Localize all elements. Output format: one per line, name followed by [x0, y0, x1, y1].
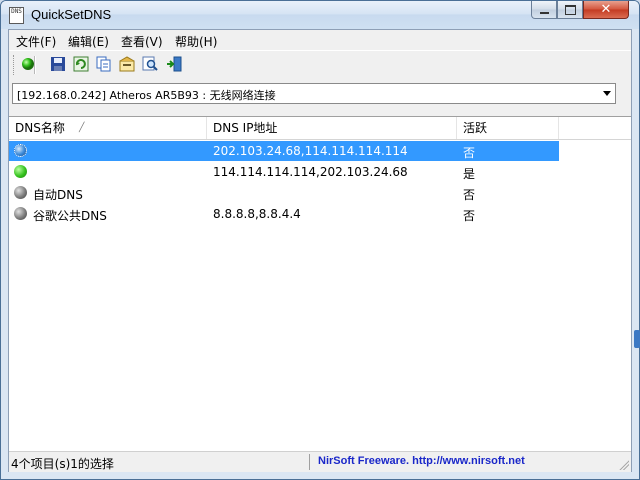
find-icon — [142, 56, 158, 71]
table-row[interactable]: 谷歌公共DNS 8.8.8.8,8.8.4.4 否 — [9, 204, 559, 224]
window-title: QuickSetDNS — [31, 7, 112, 22]
menu-file[interactable]: 文件(F) — [16, 33, 56, 50]
status-dot-icon — [14, 186, 27, 199]
client-area: 文件(F) 编辑(E) 查看(V) 帮助(H) [192.168.0.242] … — [8, 29, 632, 472]
column-header-name-label: DNS名称 — [15, 121, 65, 135]
column-header-ip-label: DNS IP地址 — [213, 121, 278, 135]
refresh-icon — [73, 56, 89, 72]
row-name: 自动DNS — [33, 188, 83, 202]
column-header-name[interactable]: DNS名称 ╱ — [9, 117, 207, 139]
row-active: 是 — [463, 167, 476, 181]
exit-button[interactable] — [166, 56, 182, 72]
row-active: 否 — [463, 209, 476, 223]
toolbar — [9, 50, 631, 79]
maximize-button[interactable] — [557, 1, 583, 19]
chevron-down-icon[interactable] — [603, 91, 611, 96]
properties-button[interactable] — [119, 56, 135, 72]
column-header-active-label: 活跃 — [463, 121, 488, 135]
close-button[interactable]: ✕ — [583, 1, 629, 19]
row-ip: 8.8.8.8,8.8.4.4 — [213, 207, 301, 221]
row-ip: 202.103.24.68,114.114.114.114 — [213, 144, 408, 158]
activate-icon — [22, 58, 34, 70]
status-selection-count: 4个项目(s)1的选择 — [11, 457, 114, 471]
save-button[interactable] — [50, 56, 66, 72]
nirsoft-link[interactable]: NirSoft Freeware. http://www.nirsoft.net — [318, 455, 525, 467]
status-dot-icon — [14, 207, 27, 220]
close-icon: ✕ — [600, 2, 612, 17]
column-header-active[interactable]: 活跃 — [457, 117, 559, 139]
status-bar: 4个项目(s)1的选择 NirSoft Freeware. http://www… — [9, 451, 631, 472]
table-row[interactable]: 114.114.114.114,202.103.24.68 是 — [9, 162, 559, 182]
refresh-button[interactable] — [73, 56, 89, 72]
find-button[interactable] — [142, 56, 158, 72]
menu-help[interactable]: 帮助(H) — [175, 33, 217, 50]
save-icon — [51, 57, 65, 71]
toolbar-separator — [34, 56, 36, 74]
row-active: 否 — [463, 146, 476, 160]
resize-grip-icon[interactable] — [618, 459, 629, 470]
title-bar[interactable]: DNS QuickSetDNS ✕ — [1, 1, 639, 29]
status-dot-icon — [14, 165, 27, 178]
status-dot-icon — [14, 144, 27, 157]
menu-view[interactable]: 查看(V) — [121, 33, 163, 50]
minimize-icon — [539, 11, 549, 14]
toolbar-grip — [13, 55, 16, 75]
menu-edit[interactable]: 编辑(E) — [68, 33, 109, 50]
dns-list[interactable]: DNS名称 ╱ DNS IP地址 活跃 202.103.24.68,114.11… — [9, 116, 631, 452]
adapter-select-value: [192.168.0.242] Atheros AR5B93 : 无线网络连接 — [17, 89, 276, 102]
status-divider — [309, 454, 310, 470]
edge-handle[interactable] — [634, 330, 640, 348]
row-name: 谷歌公共DNS — [33, 209, 107, 223]
minimize-button[interactable] — [531, 1, 557, 19]
row-ip: 114.114.114.114,202.103.24.68 — [213, 165, 408, 179]
column-header-ip[interactable]: DNS IP地址 — [207, 117, 457, 139]
table-row[interactable]: 自动DNS 否 — [9, 183, 559, 203]
adapter-select[interactable]: [192.168.0.242] Atheros AR5B93 : 无线网络连接 — [12, 83, 616, 104]
app-window: DNS QuickSetDNS ✕ 文件(F) 编辑(E) 查看(V) 帮助(H… — [0, 0, 640, 480]
copy-button[interactable] — [96, 56, 112, 72]
exit-icon — [167, 56, 182, 72]
app-icon: DNS — [9, 7, 24, 24]
row-active: 否 — [463, 188, 476, 202]
maximize-icon — [564, 4, 576, 15]
sort-indicator-icon: ╱ — [79, 123, 85, 133]
table-row[interactable]: 202.103.24.68,114.114.114.114 否 — [9, 141, 559, 161]
list-header: DNS名称 ╱ DNS IP地址 活跃 — [9, 117, 631, 140]
properties-icon — [119, 56, 135, 72]
menu-bar: 文件(F) 编辑(E) 查看(V) 帮助(H) — [9, 30, 631, 50]
copy-icon — [96, 56, 111, 72]
